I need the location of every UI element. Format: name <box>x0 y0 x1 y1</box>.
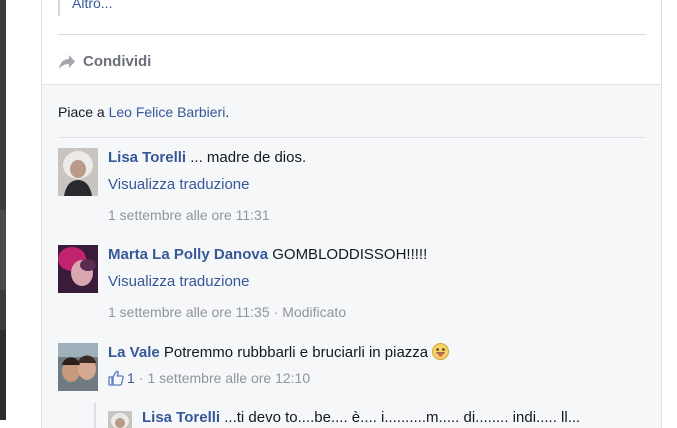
reply-item: Lisa Torelli ...ti devo to....be.... è..… <box>94 403 636 428</box>
meta-separator: · <box>138 370 144 386</box>
comment-timestamp[interactable]: 1 settembre alle ore 11:31 <box>108 207 270 223</box>
avatar[interactable] <box>58 343 98 391</box>
avatar[interactable] <box>58 245 98 293</box>
tongue-emoji-icon <box>432 343 450 360</box>
comment-text: ... madre de dios. <box>186 149 307 166</box>
reply-text: ...ti devo to....be.... è.... i.........… <box>220 409 581 426</box>
comment-item: Lisa Torelli ... madre de dios. Visualiz… <box>58 148 638 228</box>
comment-item: La Vale Potremmo rubbbarli e bruciarli i… <box>58 343 638 403</box>
see-translation-link[interactable]: Visualizza traduzione <box>108 272 638 292</box>
post-card: Altro... Condividi Piace a Leo Felice Ba… <box>41 0 662 428</box>
divider <box>58 137 646 138</box>
comment-item: Marta La Polly Danova GOMBLODDISSOH!!!!!… <box>58 245 638 325</box>
liker-name-link[interactable]: Leo Felice Barbieri <box>109 104 226 120</box>
background-photo-edge <box>0 0 6 420</box>
likes-suffix: . <box>225 104 230 120</box>
comments-section: Piace a Leo Felice Barbieri. Lisa Torell… <box>42 84 661 428</box>
more-link[interactable]: Altro... <box>72 0 112 10</box>
likes-prefix: Piace a <box>58 104 109 120</box>
comment-timestamp[interactable]: 1 settembre alle ore 12:10 <box>147 369 310 387</box>
comment-text: GOMBLODDISSOH!!!!! <box>268 246 428 263</box>
see-translation-link[interactable]: Visualizza traduzione <box>108 175 638 195</box>
share-arrow-icon <box>58 52 76 70</box>
meta-separator: · <box>273 304 279 320</box>
reply-author-link[interactable]: Lisa Torelli <box>142 409 220 426</box>
comment-text: Potremmo rubbbarli e bruciarli in piazza <box>159 344 429 361</box>
likes-sentence: Piace a Leo Felice Barbieri. <box>58 104 229 120</box>
like-thumb-icon[interactable] <box>108 370 124 386</box>
avatar[interactable] <box>58 148 98 196</box>
share-button[interactable]: Condividi <box>58 50 151 72</box>
divider <box>58 34 646 35</box>
shared-content-quote: Altro... <box>58 0 112 16</box>
comment-author-link[interactable]: Lisa Torelli <box>108 149 186 166</box>
background-photo-segment <box>0 330 6 420</box>
like-count[interactable]: 1 <box>127 369 135 387</box>
comment-author-link[interactable]: Marta La Polly Danova <box>108 246 268 263</box>
comment-timestamp[interactable]: 1 settembre alle ore 11:35 <box>108 304 270 320</box>
background-photo-segment <box>0 210 6 290</box>
edited-label[interactable]: Modificato <box>282 304 346 320</box>
share-label: Condividi <box>83 52 152 70</box>
comment-author-link[interactable]: La Vale <box>108 344 160 361</box>
